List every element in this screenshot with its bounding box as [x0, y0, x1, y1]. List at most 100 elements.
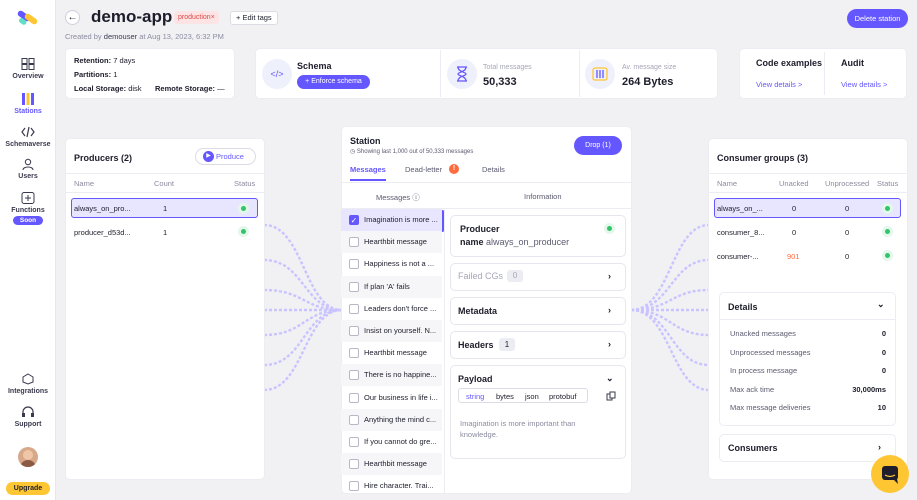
created-info: Created by demouser at Aug 13, 2023, 6:3…: [65, 32, 224, 41]
created-prefix: Created by: [65, 32, 102, 41]
message-text: There is no happine...: [364, 370, 437, 380]
producer-section: [450, 215, 626, 257]
memphis-logo[interactable]: [15, 9, 41, 29]
consumer-groups-title: Consumer groups (3): [717, 153, 809, 163]
message-row[interactable]: Our business in life i...: [341, 387, 442, 409]
tab-messages[interactable]: Messages: [350, 165, 386, 174]
headers-count: 1: [499, 338, 515, 351]
message-row[interactable]: Insist on yourself. N...: [341, 320, 442, 342]
back-button[interactable]: ←: [65, 10, 80, 25]
checkbox[interactable]: [349, 481, 359, 492]
station-subtitle: ◷ Showing last 1,000 out of 50,333 messa…: [350, 148, 473, 155]
chevron-down-icon[interactable]: ⌄: [606, 373, 614, 384]
drop-button[interactable]: Drop (1): [574, 136, 622, 155]
schema-stats-card: [255, 48, 718, 99]
partitions-info: Partitions: 1: [74, 70, 117, 79]
nav-users[interactable]: Users: [0, 158, 56, 180]
message-row[interactable]: Anything the mind c...: [341, 408, 442, 431]
avatar[interactable]: [18, 447, 38, 467]
checkbox[interactable]: [349, 281, 359, 292]
cg-col-unacked: Unacked: [779, 179, 809, 188]
divider: [440, 50, 441, 97]
tag-close-icon[interactable]: ×: [211, 14, 215, 21]
detail-label: Unprocessed messages: [730, 347, 811, 357]
checkbox[interactable]: [349, 237, 359, 248]
message-row[interactable]: Hire character. Trai...: [341, 475, 442, 497]
status-dot: [241, 206, 246, 211]
checkbox[interactable]: [349, 370, 359, 381]
message-text: Hearthbit message: [364, 459, 427, 469]
consumers-title: Consumers: [728, 443, 778, 453]
cg-name: consumer_8...: [717, 228, 765, 237]
message-row[interactable]: Leaders don't force ...: [341, 298, 442, 320]
enforce-schema-button[interactable]: + Enforce schema: [297, 75, 370, 89]
message-text: Happiness is not a ...: [364, 259, 435, 269]
delete-station-button[interactable]: Delete station: [847, 9, 908, 28]
integrations-icon: [22, 373, 34, 385]
checkbox[interactable]: [349, 392, 359, 403]
checkbox[interactable]: [349, 259, 359, 270]
nav-functions[interactable]: Functions Soon: [0, 192, 56, 225]
soon-badge: Soon: [12, 216, 44, 225]
detail-value: 10: [877, 403, 886, 413]
message-row[interactable]: Hearthbit message: [341, 231, 442, 254]
producer-name: producer_d53d...: [74, 228, 131, 237]
tab-dead-letter[interactable]: Dead-letter: [405, 165, 442, 174]
message-text: Hearthbit message: [364, 237, 427, 247]
producer-section-title: Producer: [460, 224, 500, 234]
detail-value: 30,000ms: [852, 384, 886, 394]
chevron-down-icon[interactable]: ⌄: [877, 299, 885, 310]
nav-functions-label: Functions: [11, 207, 45, 214]
format-json[interactable]: json: [525, 392, 539, 401]
message-row[interactable]: ✓ Imagination is more ...: [341, 209, 442, 231]
upgrade-button[interactable]: Upgrade: [6, 482, 50, 495]
format-bytes[interactable]: bytes: [496, 392, 514, 401]
code-examples-link[interactable]: View details >: [756, 80, 802, 89]
checkbox[interactable]: [349, 303, 359, 314]
message-row[interactable]: If plan 'A' fails: [341, 275, 442, 298]
copy-icon[interactable]: [606, 391, 616, 401]
checkbox[interactable]: [349, 414, 359, 425]
nav-schemaverse[interactable]: Schemaverse: [0, 126, 56, 148]
message-text: Anything the mind c...: [364, 414, 437, 424]
audit-link[interactable]: View details >: [841, 80, 887, 89]
nav-integrations[interactable]: Integrations: [0, 373, 56, 395]
checkbox-checked[interactable]: ✓: [349, 215, 359, 225]
payload-text: Imagination is more important than knowl…: [460, 419, 576, 439]
message-row[interactable]: Happiness is not a ...: [341, 253, 442, 275]
produce-label: Produce: [216, 152, 244, 161]
message-size-value: 264 Bytes: [622, 76, 674, 88]
edit-tags-label: Edit tags: [242, 13, 272, 22]
cg-col-name: Name: [717, 179, 738, 188]
created-at: at Aug 13, 2023, 6:32 PM: [139, 32, 224, 41]
message-row[interactable]: If you cannot do gre...: [341, 431, 442, 453]
nav-stations[interactable]: Stations: [0, 93, 56, 115]
message-row[interactable]: Hearthbit message: [341, 453, 442, 476]
tag-production[interactable]: production×: [174, 11, 219, 24]
produce-button[interactable]: ▶ Produce: [195, 148, 256, 165]
checkbox[interactable]: [349, 348, 359, 359]
checkbox[interactable]: [349, 437, 359, 447]
payload-label: Payload: [458, 374, 493, 384]
schema-title: Schema: [297, 61, 332, 71]
producers-card: [65, 138, 265, 480]
format-string[interactable]: string: [466, 392, 484, 401]
chat-support-button[interactable]: [871, 455, 909, 493]
nav-overview[interactable]: Overview: [0, 58, 56, 80]
format-protobuf[interactable]: protobuf: [549, 392, 577, 401]
tab-details[interactable]: Details: [482, 165, 505, 174]
nav-support[interactable]: Support: [0, 406, 56, 428]
station-subtitle-text: Showing last 1,000 out of 50,333 message…: [356, 149, 474, 155]
schema-icon: </>: [262, 59, 292, 89]
checkbox[interactable]: [349, 326, 359, 336]
message-row[interactable]: There is no happine...: [341, 364, 442, 387]
detail-value: 0: [881, 329, 886, 338]
checkbox[interactable]: [349, 459, 359, 470]
tab-active-underline: [350, 179, 386, 181]
message-row[interactable]: Hearthbit message: [341, 342, 442, 364]
retention-label: Retention:: [74, 56, 112, 65]
cg-col-unprocessed: Unprocessed: [825, 179, 870, 188]
status-dot: [607, 226, 612, 231]
edit-tags-button[interactable]: + Edit tags: [230, 11, 278, 25]
chevron-right-icon: ›: [608, 339, 611, 349]
